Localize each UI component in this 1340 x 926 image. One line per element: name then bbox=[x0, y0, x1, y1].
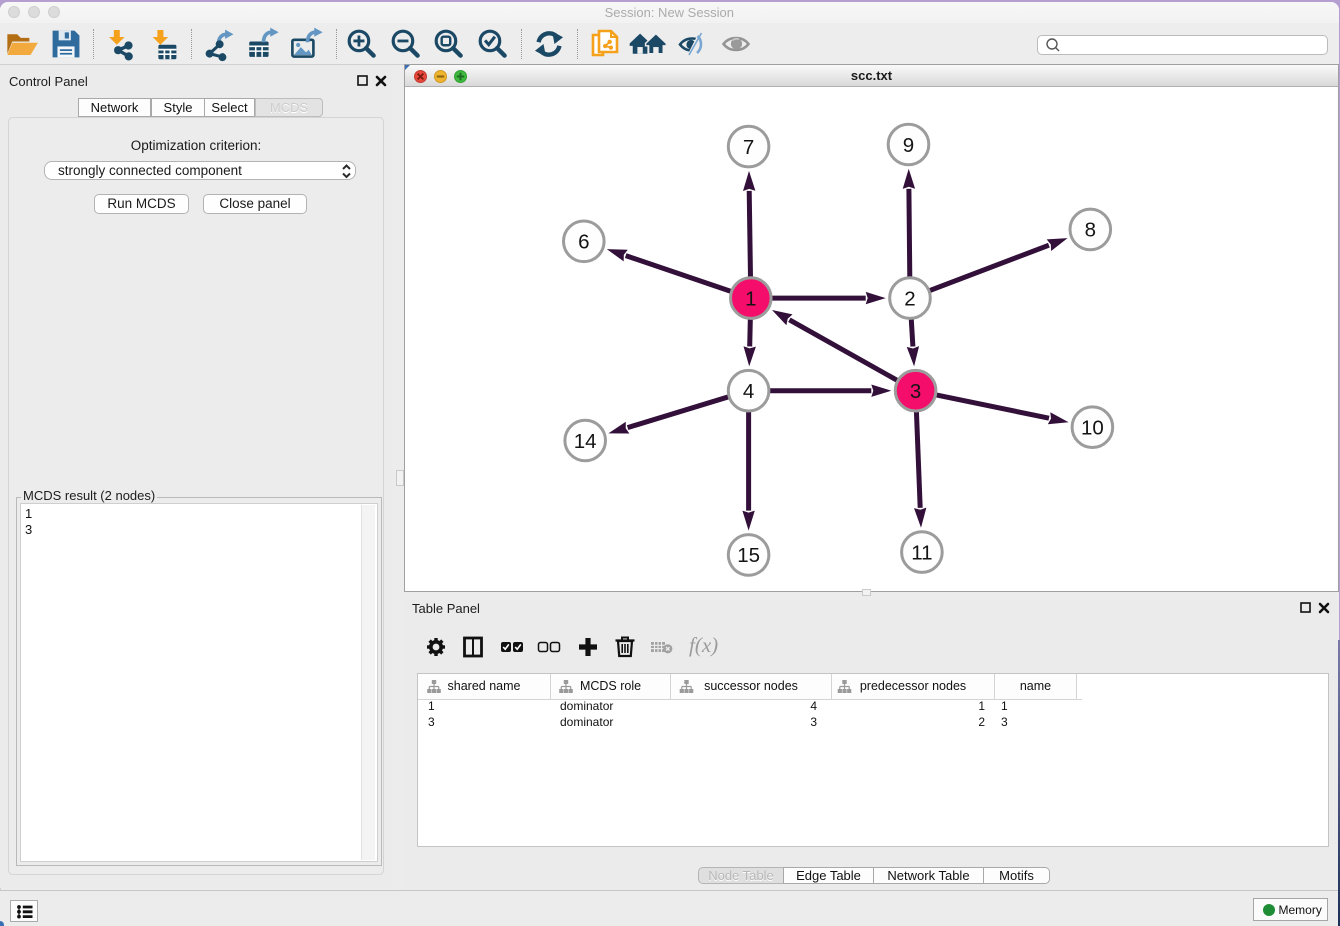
svg-text:6: 6 bbox=[578, 231, 589, 254]
svg-text:9: 9 bbox=[903, 134, 914, 157]
svg-text:2: 2 bbox=[904, 287, 915, 310]
svg-text:14: 14 bbox=[574, 430, 597, 453]
svg-text:4: 4 bbox=[743, 380, 754, 403]
svg-text:11: 11 bbox=[911, 541, 932, 564]
svg-text:1: 1 bbox=[745, 287, 756, 310]
svg-text:3: 3 bbox=[910, 380, 921, 403]
svg-text:10: 10 bbox=[1081, 417, 1104, 440]
svg-text:7: 7 bbox=[743, 136, 754, 159]
svg-text:15: 15 bbox=[737, 544, 760, 567]
svg-text:8: 8 bbox=[1085, 219, 1096, 242]
